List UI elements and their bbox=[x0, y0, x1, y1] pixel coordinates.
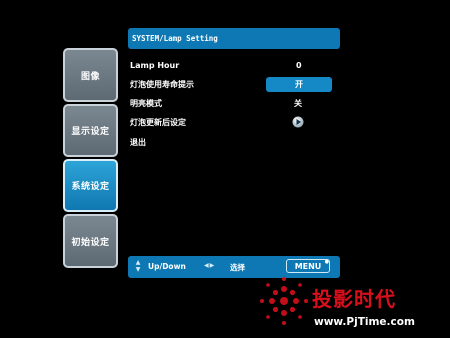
up-down-arrows-icon: ▲ ▼ bbox=[135, 259, 141, 273]
select-label: 选择 bbox=[230, 263, 245, 272]
menu-item-lamp-hour[interactable]: Lamp Hour bbox=[130, 60, 179, 72]
tab-system-settings-label: 系统设定 bbox=[71, 182, 110, 192]
lamp-hour-value: 0 bbox=[296, 61, 302, 70]
tab-display-settings[interactable]: 显示设定 bbox=[63, 104, 118, 157]
left-right-arrows-icon: ◀▶ bbox=[204, 262, 216, 269]
tab-initial-settings-label: 初始设定 bbox=[71, 237, 110, 248]
tab-display-settings-label: 显示设定 bbox=[71, 127, 110, 137]
menu-item-label: 明亮模式 bbox=[130, 99, 162, 108]
menu-item-label: 退出 bbox=[130, 138, 146, 147]
menu-item-label: 灯泡更新后设定 bbox=[130, 118, 186, 127]
menu-item-bright-mode[interactable]: 明亮模式 bbox=[130, 98, 162, 110]
menu-header: SYSTEM/Lamp Setting bbox=[128, 28, 340, 49]
menu-item-lamp-reset[interactable]: 灯泡更新后设定 bbox=[130, 117, 186, 129]
right-arrow-icon[interactable] bbox=[292, 116, 304, 128]
menu-item-exit[interactable]: 退出 bbox=[130, 137, 146, 149]
updown-label: Up/Down bbox=[148, 262, 186, 271]
tab-initial-settings[interactable]: 初始设定 bbox=[63, 214, 118, 268]
menu-item-lamp-life-reminder[interactable]: 灯泡使用寿命提示 bbox=[130, 79, 194, 91]
menu-button-label: MENU bbox=[294, 261, 322, 271]
lamp-life-reminder-toggle[interactable]: 开 bbox=[266, 77, 332, 92]
tab-system-settings[interactable]: 系统设定 bbox=[63, 159, 118, 212]
menu-button[interactable]: MENU ● bbox=[286, 259, 330, 273]
menu-item-label: Lamp Hour bbox=[130, 61, 180, 70]
bright-mode-value[interactable]: 关 bbox=[294, 98, 302, 110]
page-title: SYSTEM/Lamp Setting bbox=[132, 34, 218, 43]
toggle-value: 开 bbox=[295, 80, 303, 89]
tab-image[interactable]: 图像 bbox=[63, 48, 118, 102]
watermark-url: www.PjTime.com bbox=[314, 316, 415, 328]
tab-image-label: 图像 bbox=[80, 71, 100, 82]
pjtime-logo-icon bbox=[260, 277, 308, 325]
watermark-brand: 投影时代 bbox=[312, 287, 396, 311]
menu-item-label: 灯泡使用寿命提示 bbox=[130, 80, 194, 89]
menu-dot-icon: ● bbox=[324, 259, 329, 265]
